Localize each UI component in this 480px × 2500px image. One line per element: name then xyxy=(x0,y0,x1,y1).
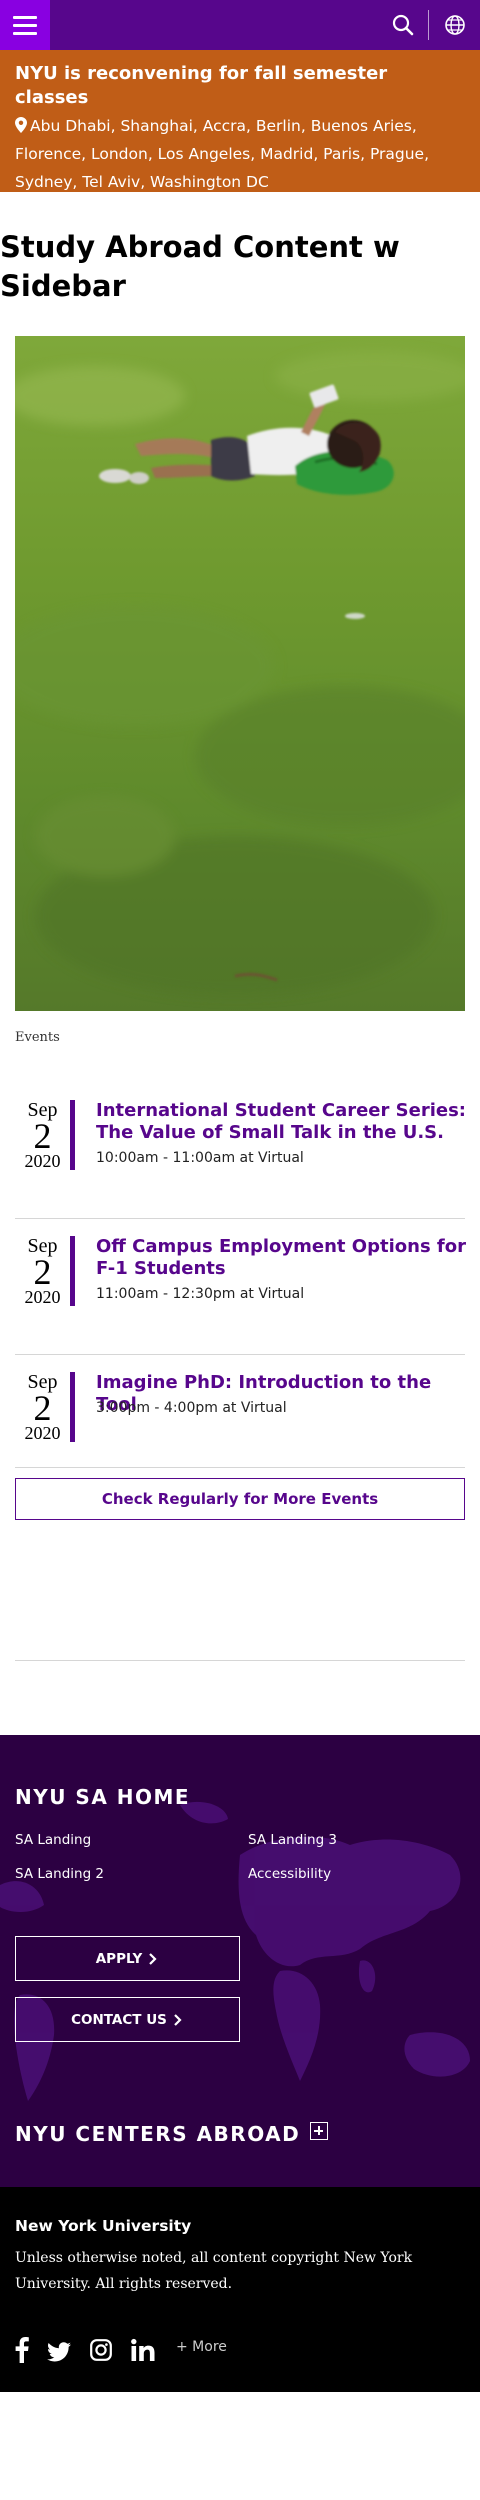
event-separator xyxy=(15,1218,465,1219)
more-social-link[interactable]: + More xyxy=(176,2339,227,2355)
event-separator xyxy=(15,1354,465,1355)
content-divider xyxy=(15,1660,465,1661)
event-time: 11:00am - 12:30pm at Virtual xyxy=(96,1286,305,1302)
alert-banner: NYU is reconvening for fall semester cla… xyxy=(0,50,480,192)
event-date: Sep 2 2020 xyxy=(15,1100,75,1170)
chevron-right-icon xyxy=(174,2013,182,2026)
event-item: Sep 2 2020 Off Campus Employment Options… xyxy=(15,1236,466,1326)
search-icon xyxy=(392,14,414,36)
twitter-icon[interactable] xyxy=(47,2337,71,2363)
centers-abroad-title: NYU CENTERS ABROAD xyxy=(15,2122,301,2146)
hamburger-icon xyxy=(13,15,37,19)
event-time: 10:00am - 11:00am at Virtual xyxy=(96,1150,304,1166)
search-button[interactable] xyxy=(388,10,418,40)
university-name: New York University xyxy=(15,2217,192,2235)
footer-home-title[interactable]: NYU SA HOME xyxy=(15,1785,190,1809)
event-separator xyxy=(15,1467,465,1468)
alert-title: NYU is reconvening for fall semester cla… xyxy=(15,63,388,108)
apply-button[interactable]: APPLY xyxy=(15,1936,240,1981)
event-date: Sep 2 2020 xyxy=(15,1372,75,1442)
contact-label: CONTACT US xyxy=(71,2011,167,2028)
bottom-footer: New York University Unless otherwise not… xyxy=(0,2187,480,2392)
footer-link-sa-landing[interactable]: SA Landing xyxy=(15,1832,91,1848)
image-caption: Events xyxy=(15,1030,60,1045)
footer-link-sa-landing-3[interactable]: SA Landing 3 xyxy=(248,1832,337,1848)
copyright-text: Unless otherwise noted, all content copy… xyxy=(15,2250,413,2292)
event-day: 2 xyxy=(33,1116,52,1156)
map-pin-icon xyxy=(15,117,27,133)
event-year: 2020 xyxy=(24,1287,61,1307)
header-divider xyxy=(428,10,429,40)
facebook-icon[interactable] xyxy=(15,2337,29,2363)
linkedin-icon[interactable] xyxy=(131,2337,155,2363)
site-footer: NYU SA HOME SA Landing SA Landing 3 SA L… xyxy=(0,1735,480,2187)
page-title: Study Abroad Content w Sidebar xyxy=(0,230,400,303)
event-item: Sep 2 2020 International Student Career … xyxy=(15,1100,466,1190)
hero-image xyxy=(15,336,465,1011)
contact-us-button[interactable]: CONTACT US xyxy=(15,1997,240,2042)
footer-link-accessibility[interactable]: Accessibility xyxy=(248,1866,331,1882)
event-item: Sep 2 2020 Imagine PhD: Introduction to … xyxy=(15,1372,465,1452)
event-date: Sep 2 2020 xyxy=(15,1236,75,1306)
plus-icon xyxy=(310,2122,329,2140)
event-day: 2 xyxy=(33,1388,52,1428)
event-time: 3:00pm - 4:00pm at Virtual xyxy=(96,1400,287,1416)
menu-button[interactable] xyxy=(0,0,50,50)
footer-link-sa-landing-2[interactable]: SA Landing 2 xyxy=(15,1866,104,1882)
more-events-button[interactable]: Check Regularly for More Events xyxy=(15,1478,465,1520)
event-year: 2020 xyxy=(24,1151,61,1171)
event-year: 2020 xyxy=(24,1423,61,1443)
apply-label: APPLY xyxy=(95,1950,143,1967)
instagram-icon[interactable] xyxy=(90,2337,112,2363)
alert-locations: Abu Dhabi, Shanghai, Accra, Berlin, Buen… xyxy=(15,112,465,196)
event-title-link[interactable]: International Student Career Series: The… xyxy=(96,1100,466,1144)
top-navigation-bar xyxy=(0,0,480,50)
globe-icon xyxy=(445,15,465,35)
event-day: 2 xyxy=(33,1252,52,1292)
centers-abroad-toggle[interactable]: NYU CENTERS ABROAD xyxy=(15,2122,329,2146)
chevron-right-icon xyxy=(149,1952,157,1965)
alert-locations-text: Abu Dhabi, Shanghai, Accra, Berlin, Buen… xyxy=(15,117,430,191)
event-title-link[interactable]: Off Campus Employment Options for F-1 St… xyxy=(96,1236,466,1280)
language-button[interactable] xyxy=(440,10,470,40)
